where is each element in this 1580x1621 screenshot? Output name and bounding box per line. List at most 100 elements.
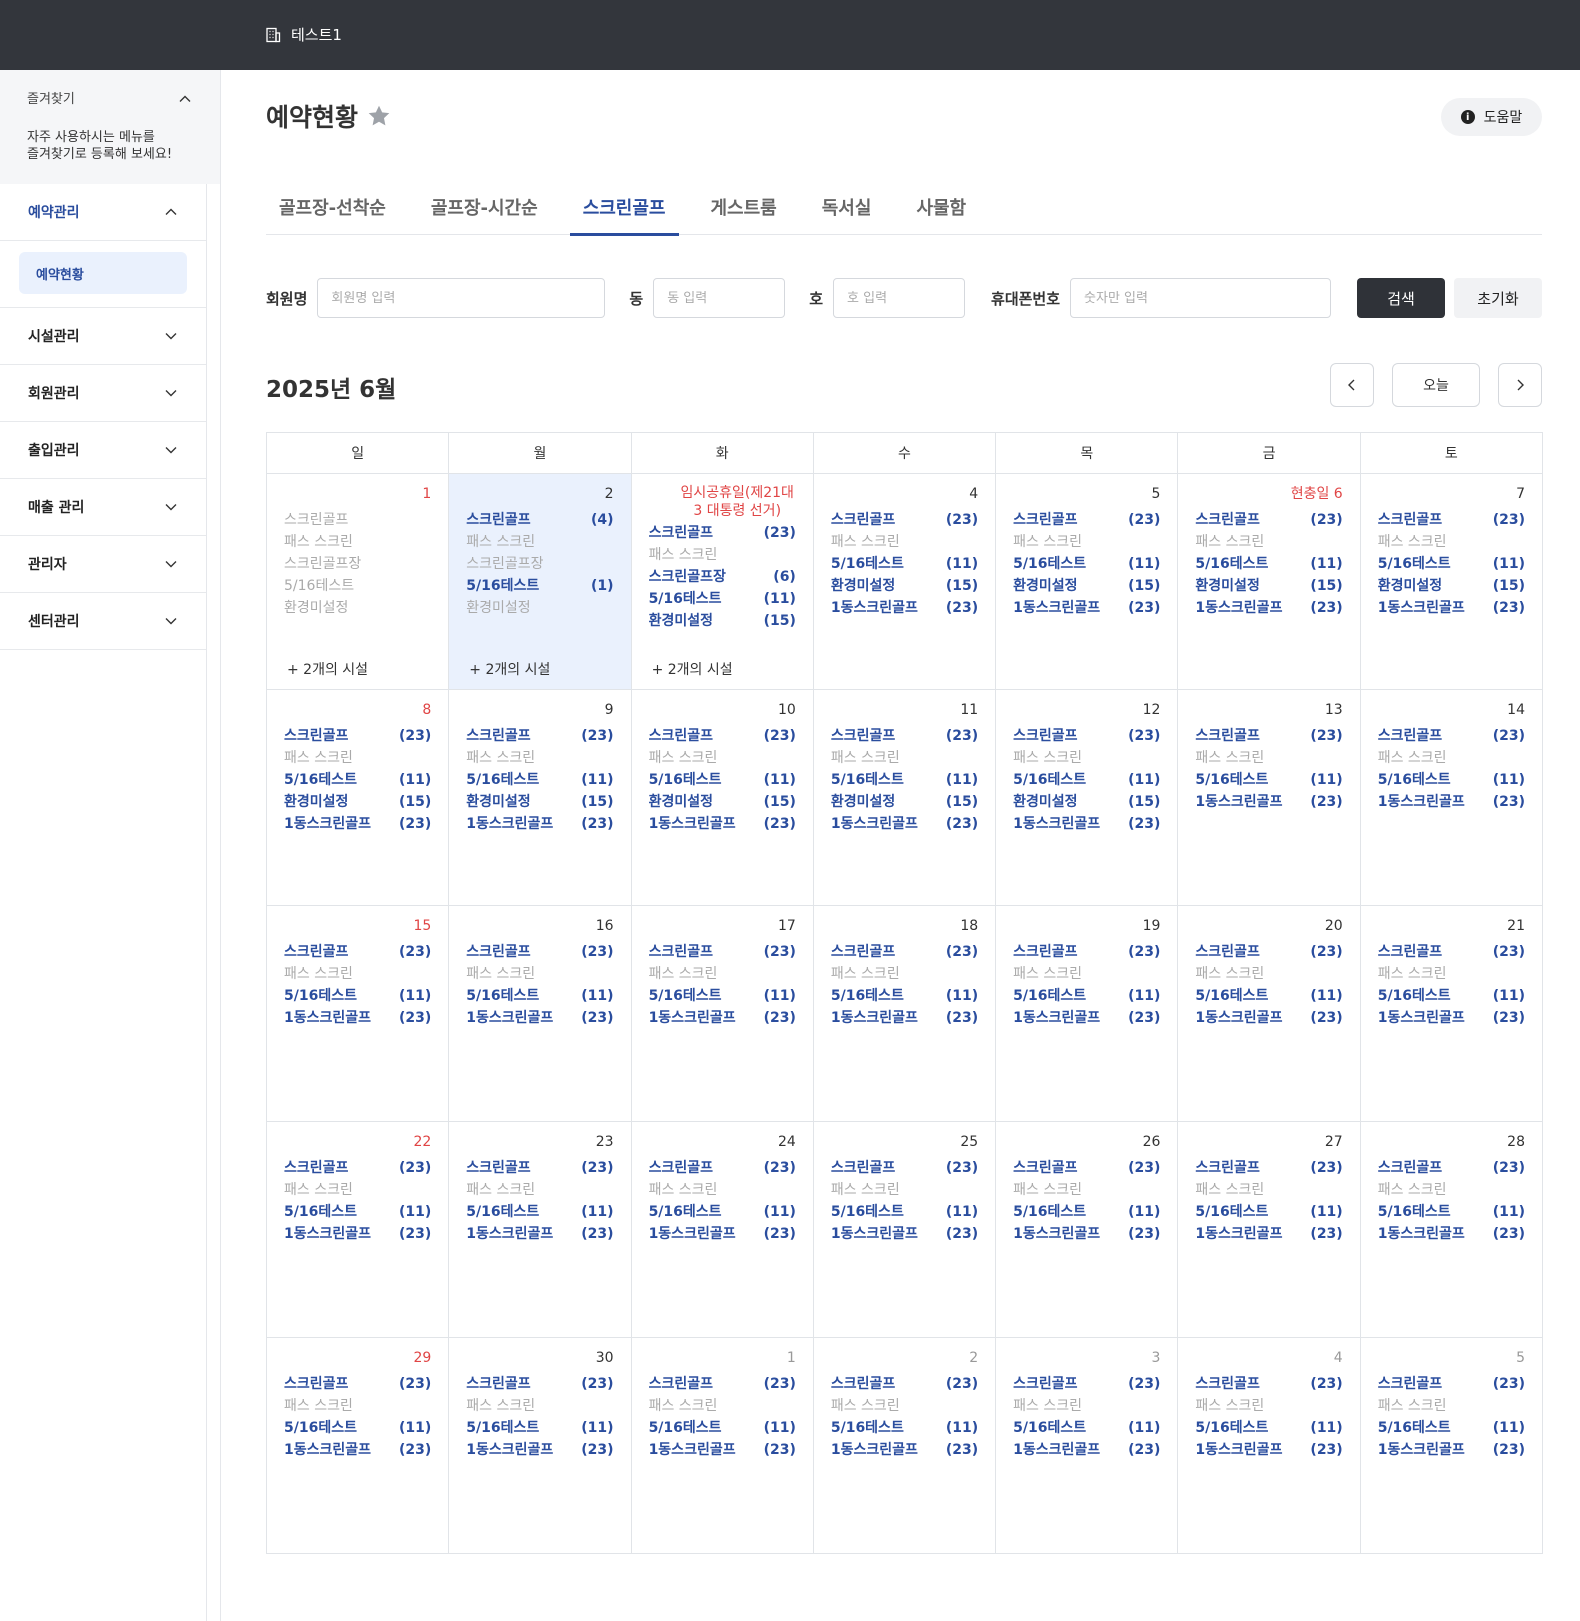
prev-month-button[interactable] <box>1330 363 1374 407</box>
facility-reservation-row[interactable]: 패스 스크린 <box>1013 1179 1160 1201</box>
facility-reservation-row[interactable]: 스크린골프 (23) <box>1195 725 1342 747</box>
facility-reservation-row[interactable]: 패스 스크린 <box>1195 531 1342 553</box>
facility-reservation-row[interactable]: 5/16테스트 (11) <box>1378 1417 1525 1439</box>
facility-reservation-row[interactable]: 5/16테스트 (11) <box>466 1201 613 1223</box>
facility-reservation-row[interactable]: 환경미설정 (15) <box>649 791 796 813</box>
facility-reservation-row[interactable]: 1동스크린골프 (23) <box>1195 597 1342 619</box>
sidebar-item-admin[interactable]: 관리자 <box>0 536 206 593</box>
facility-reservation-row[interactable]: 5/16테스트 (11) <box>1013 769 1160 791</box>
tab-locker[interactable]: 사물함 <box>903 188 979 235</box>
facility-reservation-row[interactable]: 5/16테스트 (11) <box>466 985 613 1007</box>
facility-reservation-row[interactable]: 스크린골프 (23) <box>466 1373 613 1395</box>
calendar-day-cell[interactable]: 2 스크린골프 (23) 패스 스크린 5/16테스트 (11) 1동스크린골프 (23) <box>813 1338 997 1554</box>
calendar-day-cell[interactable]: 5 스크린골프 (23) 패스 스크린 5/16테스트 (11) 1동스크린골프 (23) <box>1360 1338 1543 1554</box>
calendar-day-cell[interactable]: 13 스크린골프 (23) 패스 스크린 5/16테스트 (11) 1동스크린골프 (23) <box>1178 690 1361 906</box>
facility-reservation-row[interactable]: 패스 스크린 <box>649 1395 796 1417</box>
tab-golf-time[interactable]: 골프장-시간순 <box>418 188 551 235</box>
facility-reservation-row[interactable]: 패스 스크린 <box>284 747 431 769</box>
facility-reservation-row[interactable]: 5/16테스트 (11) <box>831 1201 978 1223</box>
facility-reservation-row[interactable]: 5/16테스트 (11) <box>1195 769 1342 791</box>
facility-reservation-row[interactable]: 스크린골프 (23) <box>649 941 796 963</box>
today-button[interactable]: 오늘 <box>1392 363 1480 407</box>
facility-reservation-row[interactable]: 1동스크린골프 (23) <box>466 1223 613 1245</box>
facility-reservation-row[interactable]: 스크린골프 (23) <box>831 941 978 963</box>
facility-reservation-row[interactable]: 패스 스크린 <box>466 963 613 985</box>
facility-reservation-row[interactable]: 5/16테스트 (11) <box>1378 1201 1525 1223</box>
facility-reservation-row[interactable]: 패스 스크린 <box>1378 1179 1525 1201</box>
ho-input[interactable] <box>833 278 966 318</box>
calendar-day-cell[interactable]: 14 스크린골프 (23) 패스 스크린 5/16테스트 (11) 1동스크린골프 (23) <box>1360 690 1543 906</box>
facility-reservation-row[interactable]: 5/16테스트 (11) <box>284 985 431 1007</box>
facility-reservation-row[interactable]: 1동스크린골프 (23) <box>284 1007 431 1029</box>
facility-reservation-row[interactable]: 1동스크린골프 (23) <box>831 597 978 619</box>
facility-reservation-row[interactable]: 스크린골프 (23) <box>1013 509 1160 531</box>
more-facilities-link[interactable]: + 2개의 시설 <box>652 659 733 679</box>
facility-reservation-row[interactable]: 1동스크린골프 (23) <box>831 1223 978 1245</box>
facility-reservation-row[interactable]: 스크린골프 (23) <box>1195 1157 1342 1179</box>
facility-reservation-row[interactable]: 1동스크린골프 (23) <box>1013 1007 1160 1029</box>
facility-reservation-row[interactable]: 스크린골프 (23) <box>649 725 796 747</box>
facility-reservation-row[interactable]: 스크린골프 <box>284 509 431 531</box>
facility-reservation-row[interactable]: 5/16테스트 (11) <box>649 985 796 1007</box>
facility-reservation-row[interactable]: 패스 스크린 <box>466 747 613 769</box>
calendar-day-cell[interactable]: 22 스크린골프 (23) 패스 스크린 5/16테스트 (11) 1동스크린골프 (23) <box>267 1122 450 1338</box>
more-facilities-link[interactable]: + 2개의 시설 <box>469 659 550 679</box>
facility-reservation-row[interactable]: 패스 스크린 <box>1195 747 1342 769</box>
chevron-up-icon[interactable] <box>178 92 192 106</box>
facility-reservation-row[interactable]: 5/16테스트 (11) <box>1013 1201 1160 1223</box>
tab-screen-golf[interactable]: 스크린골프 <box>569 188 679 236</box>
calendar-day-cell[interactable]: 17 스크린골프 (23) 패스 스크린 5/16테스트 (11) 1동스크린골프 (23) <box>631 906 814 1122</box>
facility-reservation-row[interactable]: 패스 스크린 <box>466 531 613 553</box>
calendar-day-cell[interactable]: 12 스크린골프 (23) 패스 스크린 5/16테스트 (11) 환경미설정 (15) 1동스… <box>996 690 1179 906</box>
facility-reservation-row[interactable]: 5/16테스트 (11) <box>649 769 796 791</box>
facility-reservation-row[interactable]: 5/16테스트 (11) <box>1013 985 1160 1007</box>
facility-reservation-row[interactable]: 1동스크린골프 (23) <box>1378 1439 1525 1461</box>
tab-golf-first-come[interactable]: 골프장-선착순 <box>266 188 399 235</box>
facility-reservation-row[interactable]: 5/16테스트 (11) <box>1195 985 1342 1007</box>
reset-button[interactable]: 초기화 <box>1454 278 1542 318</box>
calendar-day-cell[interactable]: 1 스크린골프 (23) 패스 스크린 5/16테스트 (11) 1동스크린골프 (23) <box>631 1338 814 1554</box>
facility-reservation-row[interactable]: 패스 스크린 <box>1195 963 1342 985</box>
facility-reservation-row[interactable]: 5/16테스트 (11) <box>1378 553 1525 575</box>
facility-reservation-row[interactable]: 패스 스크린 <box>831 1395 978 1417</box>
facility-reservation-row[interactable]: 환경미설정 (15) <box>466 791 613 813</box>
facility-reservation-row[interactable]: 스크린골프 (23) <box>466 1157 613 1179</box>
facility-reservation-row[interactable]: 환경미설정 (15) <box>284 791 431 813</box>
member-name-input[interactable] <box>317 278 606 318</box>
facility-reservation-row[interactable]: 스크린골프 (23) <box>284 1373 431 1395</box>
facility-reservation-row[interactable]: 스크린골프 (23) <box>831 1373 978 1395</box>
more-facilities-link[interactable]: + 2개의 시설 <box>287 659 368 679</box>
search-button[interactable]: 검색 <box>1357 278 1445 318</box>
calendar-day-cell[interactable]: 11 스크린골프 (23) 패스 스크린 5/16테스트 (11) 환경미설정 (15) 1동스… <box>813 690 997 906</box>
facility-reservation-row[interactable]: 스크린골프 (23) <box>466 725 613 747</box>
calendar-day-cell[interactable]: 26 스크린골프 (23) 패스 스크린 5/16테스트 (11) 1동스크린골프 (23) <box>996 1122 1179 1338</box>
facility-reservation-row[interactable]: 5/16테스트 (11) <box>649 1201 796 1223</box>
facility-reservation-row[interactable]: 1동스크린골프 (23) <box>1378 597 1525 619</box>
facility-reservation-row[interactable]: 5/16테스트 (11) <box>1195 1417 1342 1439</box>
facility-reservation-row[interactable]: 패스 스크린 <box>649 747 796 769</box>
tab-guest-room[interactable]: 게스트룸 <box>698 188 790 235</box>
facility-reservation-row[interactable]: 스크린골프 (23) <box>1013 1373 1160 1395</box>
calendar-day-cell[interactable]: 28 스크린골프 (23) 패스 스크린 5/16테스트 (11) 1동스크린골프 (23) <box>1360 1122 1543 1338</box>
calendar-day-cell[interactable]: 21 스크린골프 (23) 패스 스크린 5/16테스트 (11) 1동스크린골프 (23) <box>1360 906 1543 1122</box>
facility-reservation-row[interactable]: 스크린골프 (23) <box>1378 725 1525 747</box>
facility-reservation-row[interactable]: 1동스크린골프 (23) <box>466 1007 613 1029</box>
facility-reservation-row[interactable]: 5/16테스트 (11) <box>649 1417 796 1439</box>
facility-reservation-row[interactable]: 1동스크린골프 (23) <box>1195 1007 1342 1029</box>
calendar-day-cell[interactable]: 7 스크린골프 (23) 패스 스크린 5/16테스트 (11) 환경미설정 (15) 1동스크… <box>1360 474 1543 690</box>
facility-reservation-row[interactable]: 1동스크린골프 (23) <box>1378 1223 1525 1245</box>
org-selector[interactable]: 테스트1 <box>265 24 342 45</box>
facility-reservation-row[interactable]: 1동스크린골프 (23) <box>284 1439 431 1461</box>
facility-reservation-row[interactable]: 패스 스크린 <box>831 747 978 769</box>
facility-reservation-row[interactable]: 환경미설정 (15) <box>831 791 978 813</box>
facility-reservation-row[interactable]: 5/16테스트 (11) <box>284 1201 431 1223</box>
facility-reservation-row[interactable]: 스크린골프 (23) <box>1013 725 1160 747</box>
calendar-day-cell[interactable]: 10 스크린골프 (23) 패스 스크린 5/16테스트 (11) 환경미설정 (15) 1동스… <box>631 690 814 906</box>
calendar-day-cell[interactable]: 18 스크린골프 (23) 패스 스크린 5/16테스트 (11) 1동스크린골프 (23) <box>813 906 997 1122</box>
facility-reservation-row[interactable]: 패스 스크린 <box>1013 531 1160 553</box>
facility-reservation-row[interactable]: 스크린골프 (23) <box>284 1157 431 1179</box>
calendar-day-cell[interactable]: 19 스크린골프 (23) 패스 스크린 5/16테스트 (11) 1동스크린골프 (23) <box>996 906 1179 1122</box>
facility-reservation-row[interactable]: 환경미설정 <box>284 597 431 619</box>
facility-reservation-row[interactable]: 패스 스크린 <box>1013 963 1160 985</box>
facility-reservation-row[interactable]: 1동스크린골프 (23) <box>466 813 613 835</box>
